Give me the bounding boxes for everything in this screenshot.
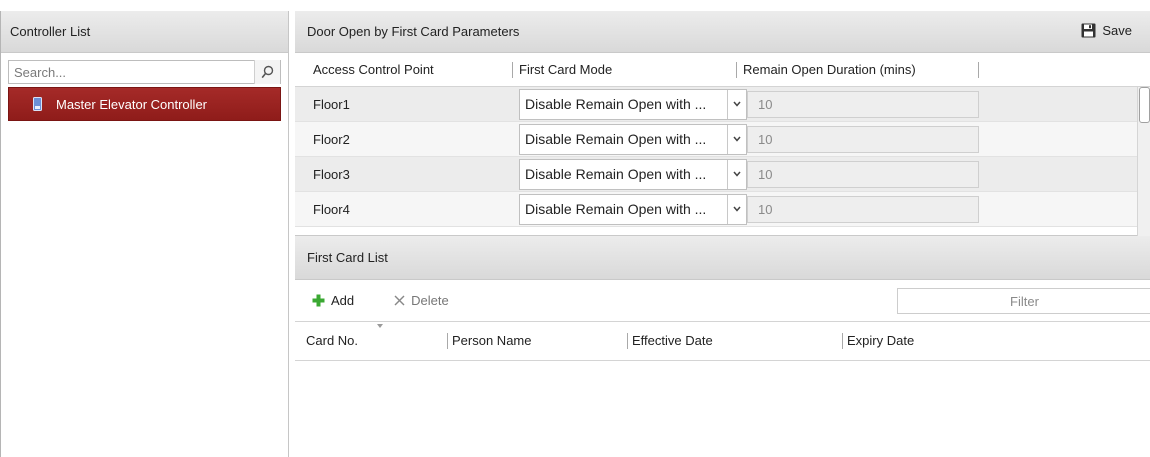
card-list-header-row: Card No. Person Name Effective Date Expi… — [295, 321, 1150, 361]
add-label: Add — [331, 293, 355, 308]
controller-list-panel: Controller List Master Elevator Controll… — [1, 11, 289, 457]
first-card-mode-select[interactable]: Disable Remain Open with ... — [519, 88, 747, 120]
search-icon — [261, 65, 274, 79]
card-list-body — [295, 361, 1150, 457]
floppy-disk-icon — [1081, 23, 1096, 38]
remain-open-duration-field[interactable]: 10 — [747, 125, 979, 153]
dropdown-arrow[interactable] — [727, 159, 746, 189]
app-window: Controller List Master Elevator Controll… — [0, 11, 1150, 457]
filter-box — [897, 288, 1150, 314]
grid-vertical-scrollbar[interactable] — [1137, 87, 1150, 236]
table-row[interactable]: Floor2 Disable Remain Open with ... 10 — [295, 122, 1150, 157]
first-card-mode-value: Disable Remain Open with ... — [525, 96, 707, 112]
parameters-header: Door Open by First Card Parameters Save — [295, 11, 1150, 53]
first-card-list-title: First Card List — [307, 250, 388, 265]
tree-item-master-elevator-controller[interactable]: Master Elevator Controller — [8, 87, 281, 121]
dropdown-arrow[interactable] — [727, 89, 746, 119]
first-card-list-header: First Card List — [295, 236, 1150, 280]
dropdown-arrow[interactable] — [727, 194, 746, 224]
first-card-mode-select[interactable]: Disable Remain Open with ... — [519, 123, 747, 155]
search-button[interactable] — [254, 60, 280, 84]
column-header-expiry-date[interactable]: Expiry Date — [842, 333, 1042, 349]
first-card-mode-select[interactable]: Disable Remain Open with ... — [519, 193, 747, 225]
column-header-card-no[interactable]: Card No. — [295, 333, 447, 349]
first-card-parameters-grid: Access Control Point First Card Mode Rem… — [295, 53, 1150, 236]
column-header-access-control-point[interactable]: Access Control Point — [295, 62, 512, 78]
delete-label: Delete — [411, 293, 449, 308]
filter-input[interactable] — [898, 289, 1150, 313]
chevron-down-icon — [733, 206, 741, 212]
plus-icon — [312, 294, 325, 307]
parameters-title: Door Open by First Card Parameters — [307, 24, 520, 39]
cropped-caption-strip — [0, 0, 1150, 11]
save-label: Save — [1102, 23, 1132, 38]
first-card-mode-value: Disable Remain Open with ... — [525, 166, 707, 182]
add-button[interactable]: Add — [312, 293, 354, 308]
first-card-mode-value: Disable Remain Open with ... — [525, 131, 707, 147]
access-point-cell: Floor2 — [313, 131, 350, 147]
chevron-down-icon — [733, 101, 741, 107]
grid-header-row: Access Control Point First Card Mode Rem… — [295, 53, 1150, 87]
tree-item-label: Master Elevator Controller — [56, 96, 207, 112]
column-header-remain-open-duration[interactable]: Remain Open Duration (mins) — [736, 61, 978, 78]
table-row[interactable]: Floor4 Disable Remain Open with ... 10 — [295, 192, 1150, 227]
table-row[interactable]: Floor3 Disable Remain Open with ... 10 — [295, 157, 1150, 192]
remain-open-duration-field[interactable]: 10 — [747, 160, 979, 188]
x-icon — [394, 295, 405, 306]
first-card-list-toolbar: Add Delete — [295, 280, 1150, 321]
elevator-controller-icon — [33, 97, 42, 111]
controller-search-input[interactable] — [9, 61, 254, 83]
chevron-down-icon — [733, 171, 741, 177]
first-card-mode-select[interactable]: Disable Remain Open with ... — [519, 158, 747, 190]
column-header-person-name[interactable]: Person Name — [447, 333, 627, 349]
dropdown-arrow[interactable] — [727, 124, 746, 154]
access-point-cell: Floor4 — [313, 201, 350, 217]
first-card-mode-value: Disable Remain Open with ... — [525, 201, 707, 217]
parameters-panel: Door Open by First Card Parameters Save … — [295, 11, 1150, 457]
delete-button[interactable]: Delete — [394, 293, 449, 308]
controller-list-title: Controller List — [10, 24, 91, 39]
column-header-empty — [978, 61, 988, 78]
table-row[interactable]: Floor1 Disable Remain Open with ... 10 — [295, 87, 1150, 122]
column-header-first-card-mode[interactable]: First Card Mode — [512, 61, 736, 78]
controller-search-box — [8, 60, 281, 84]
sort-indicator-icon — [377, 324, 383, 328]
grid-rows: Floor1 Disable Remain Open with ... 10 F… — [295, 87, 1150, 227]
column-header-effective-date[interactable]: Effective Date — [627, 333, 842, 349]
scrollbar-thumb[interactable] — [1139, 87, 1150, 123]
access-point-cell: Floor3 — [313, 166, 350, 182]
save-button[interactable]: Save — [1081, 23, 1132, 38]
controller-list-header: Controller List — [1, 11, 288, 53]
remain-open-duration-field[interactable]: 10 — [747, 90, 979, 118]
access-point-cell: Floor1 — [313, 96, 350, 112]
remain-open-duration-field[interactable]: 10 — [747, 195, 979, 223]
chevron-down-icon — [733, 136, 741, 142]
